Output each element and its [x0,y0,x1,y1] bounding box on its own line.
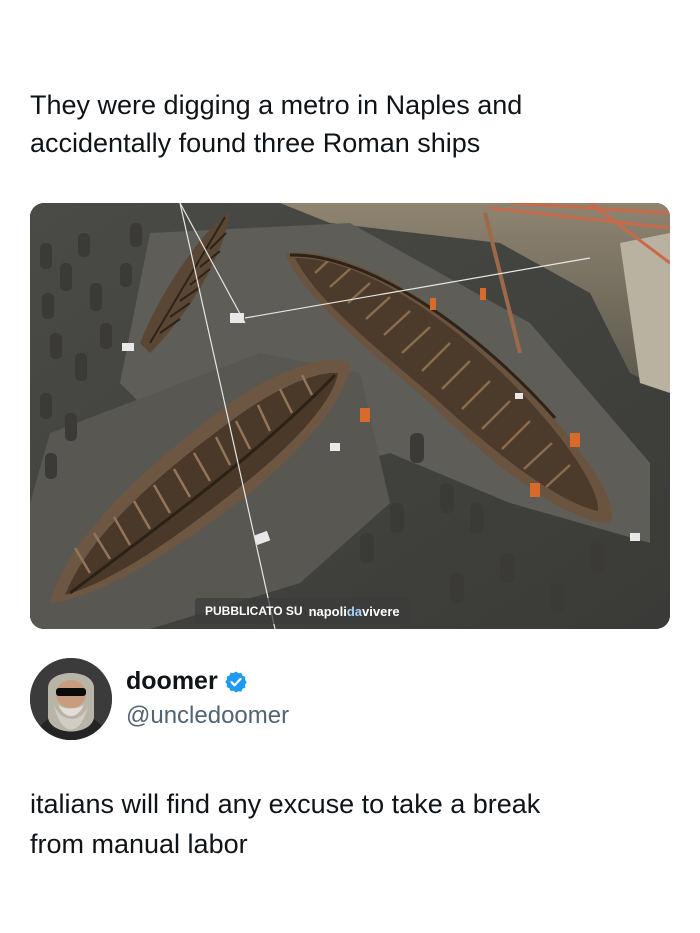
excavation-photo-illustration [30,203,670,629]
watermark-brand-part-3: vivere [362,603,400,619]
watermark-prefix: PUBBLICATO SU [205,604,303,618]
display-name[interactable]: doomer [126,667,218,696]
avatar-illustration [30,658,112,740]
user-handle[interactable]: @uncledoomer [126,702,289,730]
roman-ships-photo[interactable] [30,203,670,629]
tweet-author[interactable]: doomer [126,667,248,696]
post-caption: They were digging a metro in Naples and … [30,90,523,158]
photo-watermark: PUBBLICATO SU napolidavivere [195,598,410,624]
tweet-text: italians will find any excuse to take a … [30,789,541,859]
watermark-brand: napolidavivere [309,604,400,619]
watermark-brand-part-2: da [346,603,363,619]
avatar[interactable] [30,658,112,740]
watermark-brand-part-1: napoli [308,603,347,619]
verified-badge-icon [224,671,247,692]
